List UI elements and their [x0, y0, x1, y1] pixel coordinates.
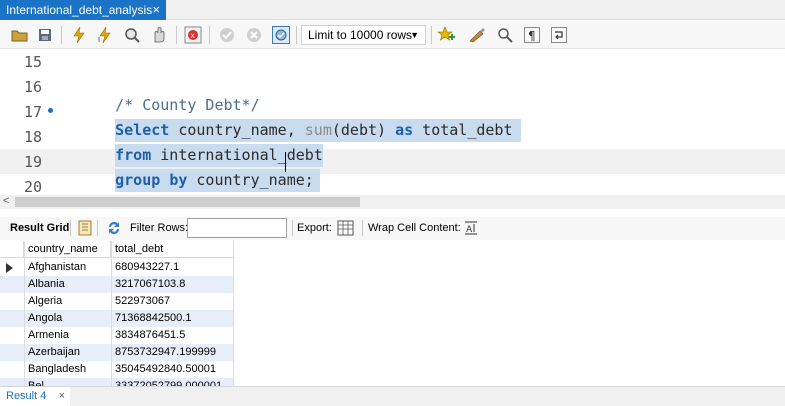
code-text: total_debt — [413, 121, 513, 139]
cell-total-debt[interactable]: 8753732947.199999 — [112, 344, 234, 361]
cell-country-name[interactable]: Bangladesh — [25, 361, 111, 378]
open-folder-icon[interactable] — [10, 26, 28, 44]
column-header[interactable]: total_debt — [112, 241, 234, 258]
cell-total-debt[interactable]: 35045492840.50001 — [112, 361, 234, 378]
table-row[interactable]: Bangladesh 35045492840.50001 — [0, 361, 234, 378]
line-number: 17 — [23, 103, 42, 121]
wrap-icon[interactable] — [550, 26, 568, 44]
row-header[interactable] — [0, 327, 24, 344]
line-number: 19 — [23, 153, 42, 171]
toggle-error-icon[interactable]: x — [184, 26, 202, 44]
svg-text:¶: ¶ — [528, 29, 536, 43]
text-caret — [285, 152, 286, 172]
export-label: Export: — [297, 222, 332, 234]
table-row[interactable]: Albania 3217067103.8 — [0, 276, 234, 293]
cell-total-debt[interactable]: 3217067103.8 — [112, 276, 234, 293]
stop-icon[interactable] — [150, 26, 168, 44]
code-text: country_name; — [187, 171, 314, 189]
column-header[interactable]: country_name — [25, 241, 111, 258]
result-grid[interactable]: country_name total_debt Afghanistan 68094… — [0, 241, 234, 386]
beautify-icon[interactable] — [468, 26, 486, 44]
cell-country-name[interactable]: Angola — [25, 310, 111, 327]
cell-total-debt[interactable]: 71368842500.1 — [112, 310, 234, 327]
table-row[interactable]: Armenia 3834876451.5 — [0, 327, 234, 344]
close-result-tab-icon[interactable]: × — [59, 387, 65, 406]
table-row[interactable]: Algeria 522973067 — [0, 293, 234, 310]
svg-text:I: I — [98, 36, 100, 43]
find-icon[interactable] — [496, 26, 514, 44]
scroll-left-icon[interactable]: < — [3, 195, 9, 207]
line-number: 15 — [23, 53, 42, 71]
row-header-corner — [0, 241, 24, 258]
line-number: 20 — [23, 178, 42, 196]
limit-rows-label: Limit to 10000 rows — [308, 28, 413, 42]
commit-icon[interactable] — [218, 26, 236, 44]
autocommit-icon[interactable] — [272, 26, 290, 44]
keyword: as — [395, 121, 414, 139]
explain-icon[interactable] — [123, 26, 141, 44]
row-header[interactable] — [0, 293, 24, 310]
cell-country-name[interactable]: Bel... — [25, 378, 111, 386]
filter-rows-input[interactable] — [187, 218, 287, 238]
svg-text:A: A — [466, 225, 473, 235]
filter-rows-label: Filter Rows: — [130, 222, 189, 234]
scrollbar-thumb[interactable] — [15, 197, 360, 207]
wrap-cell-label: Wrap Cell Content: — [368, 222, 461, 234]
line-number: 16 — [23, 78, 42, 96]
execute-current-icon[interactable]: I — [96, 26, 114, 44]
row-header[interactable] — [0, 378, 24, 386]
cell-total-debt[interactable]: 33372052799.000001 — [112, 378, 234, 386]
sql-editor[interactable]: 15 16 17 18 19 20 /* County Debt*/ Selec… — [0, 50, 785, 196]
execute-icon[interactable] — [70, 26, 88, 44]
cell-total-debt[interactable]: 680943227.1 — [112, 259, 234, 276]
cell-country-name[interactable]: Algeria — [25, 293, 111, 310]
export-icon[interactable] — [337, 220, 355, 239]
tab-result-4[interactable]: Result 4 × — [0, 387, 70, 406]
cell-country-name[interactable]: Afghanistan — [25, 259, 111, 276]
wrap-cell-icon[interactable]: A — [464, 221, 478, 238]
current-row-icon[interactable] — [0, 259, 24, 276]
result-tab-bar: Result 4 × — [0, 386, 785, 406]
rollback-icon[interactable] — [245, 26, 263, 44]
keyword: group — [115, 171, 161, 189]
close-tab-icon[interactable]: × — [152, 0, 160, 20]
tab-title: International_debt_analysis — [6, 3, 153, 17]
table-row[interactable]: Bel... 33372052799.000001 — [0, 378, 234, 386]
row-header[interactable] — [0, 276, 24, 293]
refresh-icon[interactable] — [106, 220, 122, 239]
editor-horizontal-scrollbar[interactable]: < — [0, 195, 785, 209]
result-tab-label: Result 4 — [6, 390, 47, 402]
table-row[interactable]: Azerbaijan 8753732947.199999 — [0, 344, 234, 361]
row-header[interactable] — [0, 344, 24, 361]
keyword: by — [169, 171, 188, 189]
editor-tab-bar: International_debt_analysis × — [0, 0, 785, 20]
table-row[interactable]: Angola 71368842500.1 — [0, 310, 234, 327]
sql-toolbar: I x Limit to 10000 rows ▼ ¶ — [0, 21, 785, 49]
row-header[interactable] — [0, 361, 24, 378]
row-header[interactable] — [0, 310, 24, 327]
result-toolbar: Result Grid Filter Rows: Export: Wrap Ce… — [0, 217, 785, 240]
chevron-down-icon: ▼ — [410, 30, 419, 40]
favorite-icon[interactable] — [437, 26, 455, 44]
table-row[interactable]: Afghanistan 680943227.1 — [0, 259, 234, 276]
statement-marker-icon — [48, 108, 53, 113]
cell-country-name[interactable]: Armenia — [25, 327, 111, 344]
code-text: (debt) — [331, 121, 396, 139]
result-grid-button[interactable]: Result Grid — [10, 222, 69, 234]
limit-rows-select[interactable]: Limit to 10000 rows ▼ — [301, 25, 426, 45]
line-number: 18 — [23, 128, 42, 146]
cell-country-name[interactable]: Azerbaijan — [25, 344, 111, 361]
tab-international-debt-analysis[interactable]: International_debt_analysis × — [0, 0, 166, 20]
save-icon[interactable] — [36, 26, 54, 44]
svg-text:x: x — [190, 31, 195, 40]
cell-total-debt[interactable]: 3834876451.5 — [112, 327, 234, 344]
form-editor-icon[interactable] — [78, 220, 92, 239]
invisible-chars-icon[interactable]: ¶ — [523, 26, 541, 44]
grid-header-row: country_name total_debt — [0, 241, 234, 258]
cell-country-name[interactable]: Albania — [25, 276, 111, 293]
cell-total-debt[interactable]: 522973067 — [112, 293, 234, 310]
